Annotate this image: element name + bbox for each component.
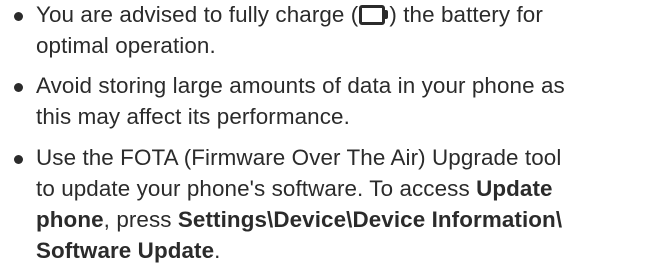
text-line: this may affect its performance. [36, 102, 649, 133]
text-line: Avoid storing large amounts of data in y… [36, 71, 649, 102]
menu-path-text: Update [476, 176, 553, 201]
paragraph-text: to update your phone's software. To acce… [36, 176, 477, 201]
bullet-icon [14, 12, 23, 21]
bullet-icon [14, 83, 23, 92]
menu-path-text: Settings\Device\Device Information\ [177, 207, 563, 232]
text-line: optimal operation. [36, 31, 649, 62]
text-line: phone, press Settings\Device\Device Info… [36, 205, 649, 236]
menu-path-text: phone [36, 207, 104, 232]
paragraph-text: Use the FOTA (Firmware Over The Air) Upg… [36, 145, 562, 170]
paragraph-text: Avoid storing large amounts of data in y… [36, 73, 565, 98]
text-line: Use the FOTA (Firmware Over The Air) Upg… [36, 143, 649, 174]
document-page: You are advised to fully charge ( ) the b… [0, 0, 653, 271]
text-line: You are advised to fully charge ( ) the b… [36, 0, 649, 31]
menu-path-text: Software Update [36, 238, 215, 263]
paragraph-text: You are advised to fully charge ( [36, 2, 359, 27]
paragraph-text: this may affect its performance. [36, 104, 350, 129]
text-line: to update your phone's software. To acce… [36, 174, 649, 205]
bullet-icon [14, 155, 23, 164]
battery-full-icon [359, 5, 389, 25]
paragraph-text: optimal operation. [36, 33, 216, 58]
paragraph-text: , press [103, 207, 178, 232]
paragraph-text: ) the battery for [389, 2, 543, 27]
text-line: Software Update. [36, 236, 649, 267]
paragraph-text: . [214, 238, 221, 263]
